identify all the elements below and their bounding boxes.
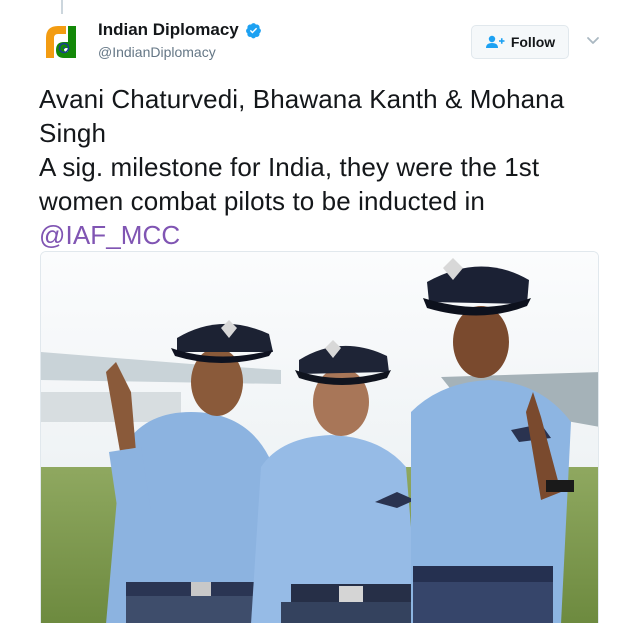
add-user-icon xyxy=(485,35,505,48)
tweet-photo[interactable] xyxy=(40,251,599,623)
author-name-row: Indian Diplomacy xyxy=(98,20,262,40)
tweet-line-4: women combat pilots to be inducted in xyxy=(39,186,485,216)
mention-link[interactable]: @IAF_MCC xyxy=(39,218,614,252)
tweet-line-2: Singh xyxy=(39,118,106,148)
follow-label: Follow xyxy=(510,34,556,50)
avatar[interactable] xyxy=(40,18,90,68)
chevron-down-icon[interactable] xyxy=(585,32,601,48)
tweet-line-1: Avani Chaturvedi, Bhawana Kanth & Mohana xyxy=(39,84,565,114)
author-handle[interactable]: @IndianDiplomacy xyxy=(98,44,216,60)
indian-diplomacy-logo-icon xyxy=(40,18,90,68)
tweet-text: Avani Chaturvedi, Bhawana Kanth & Mohana… xyxy=(39,82,614,252)
display-name[interactable]: Indian Diplomacy xyxy=(98,20,239,40)
verified-badge-icon xyxy=(245,22,261,38)
tweet-header: Indian Diplomacy @IndianDiplomacy Follow xyxy=(40,16,615,68)
thread-connector xyxy=(61,0,63,14)
tweet-line-3: A sig. milestone for India, they were th… xyxy=(39,152,540,182)
pilots-photo-image xyxy=(41,252,598,623)
follow-button[interactable]: Follow xyxy=(471,25,569,59)
